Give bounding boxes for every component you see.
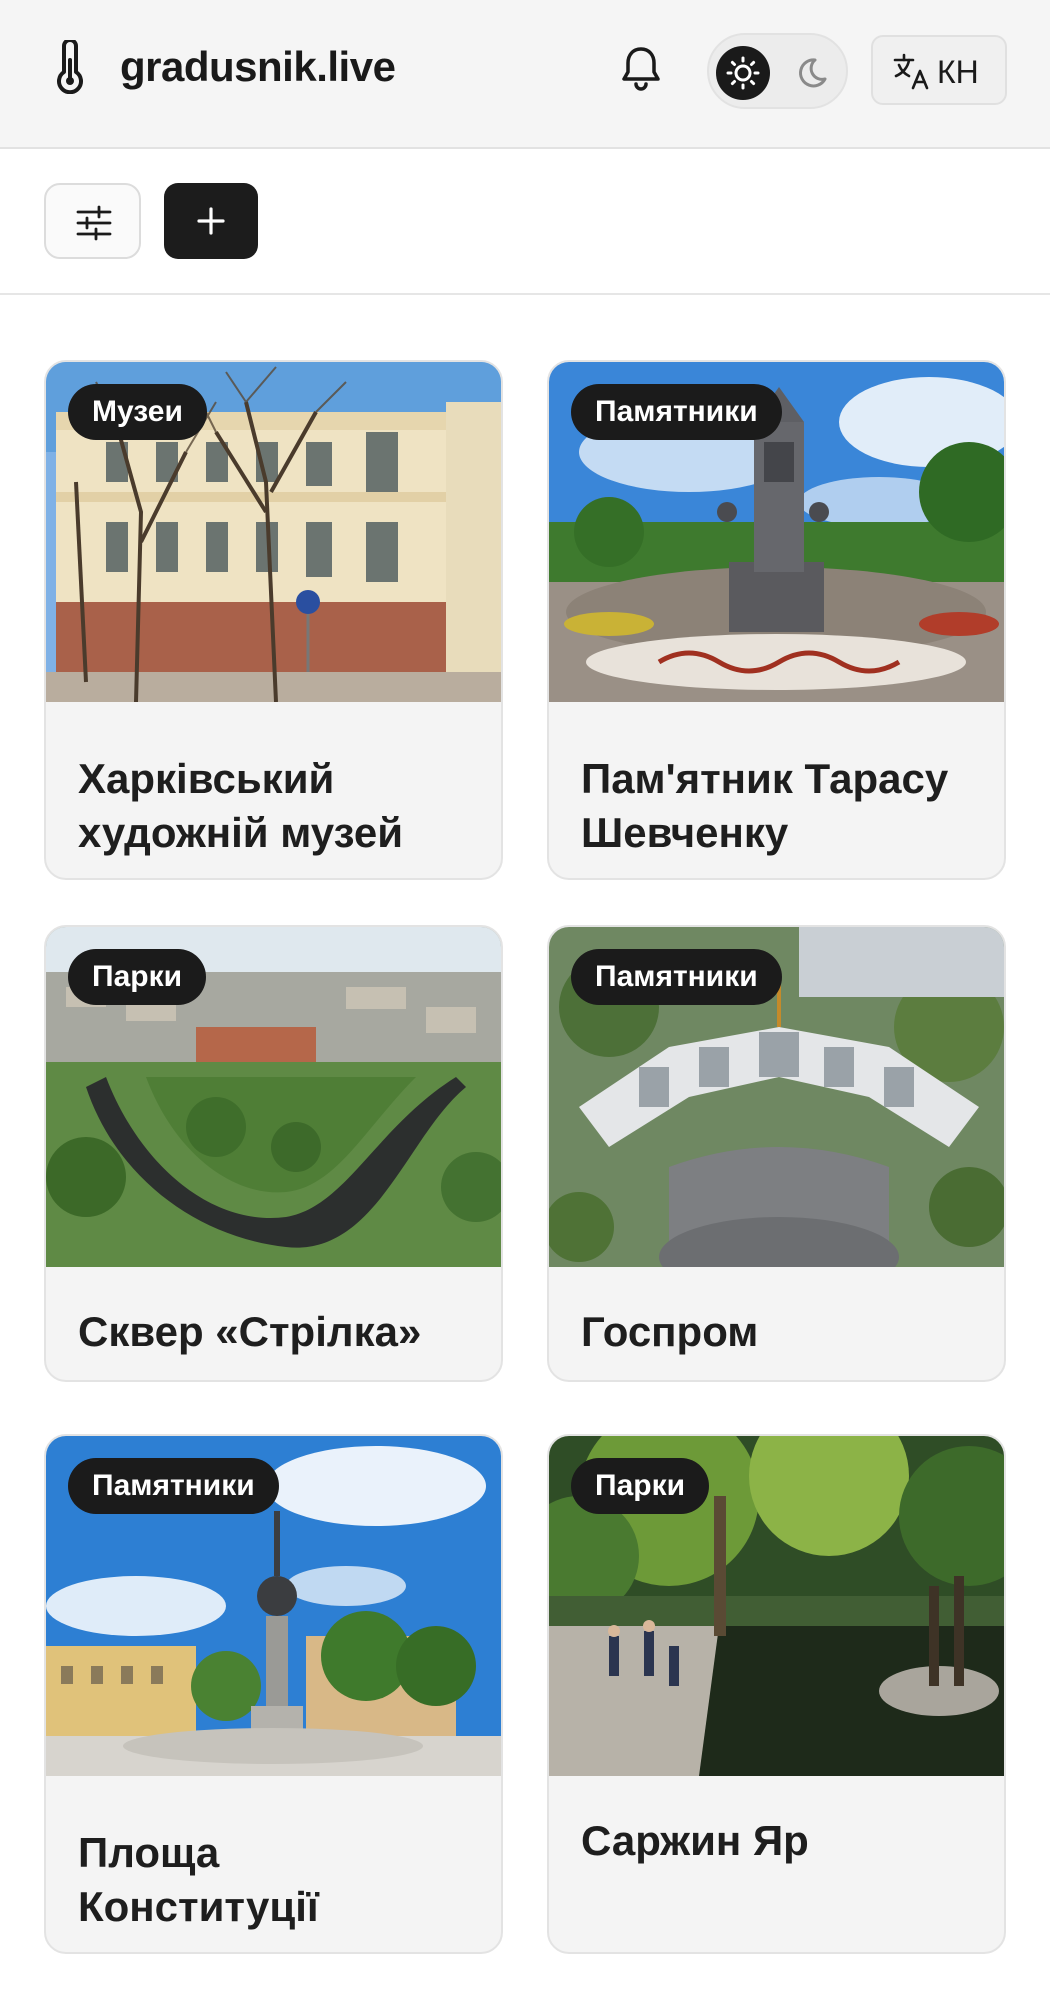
category-badge[interactable]: Музеи [68, 384, 207, 440]
category-badge[interactable]: Парки [68, 949, 207, 1005]
dark-theme-button[interactable] [784, 46, 838, 100]
moon-icon [799, 58, 827, 88]
plus-icon [197, 207, 225, 235]
place-card[interactable]: Памятники Пам'ятник Тарасу Шевченку [547, 360, 1006, 880]
place-card[interactable]: Памятники Госпром [547, 925, 1006, 1382]
card-title: Госпром [581, 1308, 759, 1355]
sliders-icon [76, 205, 112, 241]
filters-button[interactable] [44, 183, 141, 259]
translate-icon [893, 53, 929, 90]
add-place-button[interactable] [164, 183, 258, 259]
card-title: Пам'ятник Тарасу Шевченку [581, 755, 949, 856]
category-badge[interactable]: Памятники [571, 384, 782, 440]
place-card[interactable]: Памятники Площа Конституції [44, 1434, 503, 1954]
thermometer-icon [57, 40, 83, 94]
place-card[interactable]: Парки Сквер «Стрілка» [44, 925, 503, 1382]
app-header: gradusnik.live КН [0, 0, 1050, 149]
site-logo-text[interactable]: gradusnik.live [120, 40, 396, 94]
category-badge[interactable]: Памятники [68, 1458, 279, 1514]
place-card[interactable]: Музеи Харківський художній музей [44, 360, 503, 880]
toolbar [0, 149, 1050, 295]
place-card[interactable]: Парки Саржин Яр [547, 1434, 1006, 1954]
card-title: Сквер «Стрілка» [78, 1308, 422, 1355]
category-badge[interactable]: Парки [571, 1458, 710, 1514]
bell-icon[interactable] [618, 44, 664, 92]
language-code: КН [937, 54, 979, 90]
light-theme-button[interactable] [716, 46, 770, 100]
category-badge[interactable]: Памятники [571, 949, 782, 1005]
card-title: Площа Конституції [78, 1829, 319, 1930]
card-title: Саржин Яр [581, 1817, 809, 1864]
card-title: Харківський художній музей [78, 755, 404, 856]
theme-toggle[interactable] [707, 33, 848, 109]
language-switcher-button[interactable]: КН [871, 35, 1007, 105]
sun-icon [726, 56, 760, 90]
